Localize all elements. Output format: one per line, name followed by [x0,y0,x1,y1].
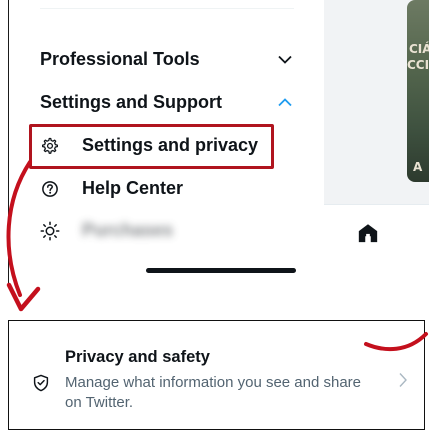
help-circle-icon [40,179,60,199]
section-label: Professional Tools [40,49,200,69]
phone-edge [8,0,9,284]
section-professional-tools[interactable]: Professional Tools [40,49,292,70]
arrow-head [6,282,41,312]
background-post-image: CIÁ CCIÓ A [407,0,429,182]
card-description: Manage what information you see and shar… [65,374,362,411]
menu-item-obscured[interactable]: Purchases [40,220,173,241]
background-tab-bar [324,204,429,284]
card-title: Privacy and safety [65,348,210,366]
chevron-up-icon [278,96,292,110]
privacy-and-safety-card[interactable]: Privacy and safety Manage what informati… [8,320,425,430]
section-settings-and-support[interactable]: Settings and Support [40,92,292,113]
image-text-3: A [413,160,423,174]
sun-icon [40,221,60,241]
chevron-right-icon [399,373,407,387]
shield-icon [33,374,49,392]
obscured-menu-label: Purchases [82,220,174,240]
home-indicator [146,268,296,273]
menu-item-help-center[interactable]: Help Center [40,178,183,199]
chevron-down-icon [278,53,292,67]
home-icon[interactable] [357,222,379,244]
highlight-annotation [29,124,274,169]
image-text-2: CCIÓ [407,58,429,72]
image-text-1: CIÁ [409,42,429,56]
drawer-divider [40,8,294,9]
menu-item-label: Help Center [82,178,184,198]
section-label: Settings and Support [40,92,222,112]
